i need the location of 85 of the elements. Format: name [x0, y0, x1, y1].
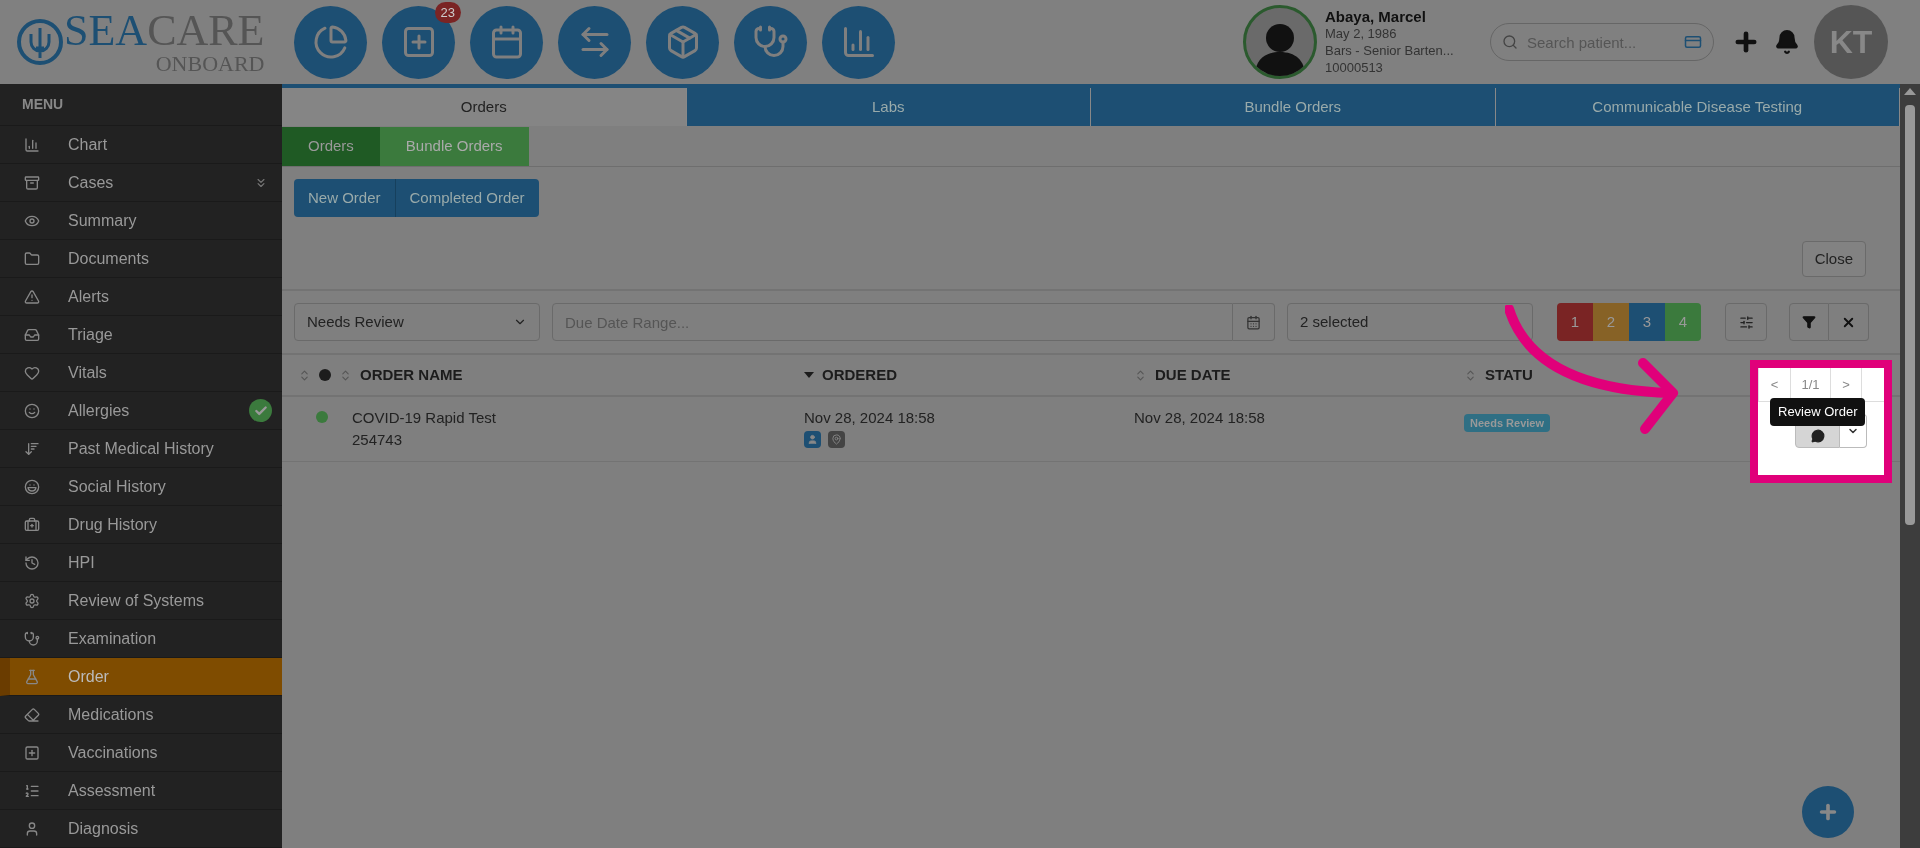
add-fab[interactable] — [1802, 786, 1854, 838]
sidebar-item[interactable]: Chart — [0, 126, 282, 164]
sub-tab[interactable]: Orders — [282, 127, 380, 166]
menu-item-icon — [24, 706, 40, 723]
location-icon — [828, 431, 845, 448]
menu-item-icon — [24, 782, 40, 799]
action-button[interactable]: Completed Order — [394, 179, 539, 217]
due-date: Nov 28, 2024 18:58 — [1134, 409, 1265, 426]
tab[interactable]: Communicable Disease Testing — [1495, 88, 1900, 126]
menu-item-icon — [24, 820, 40, 837]
sidebar-item[interactable]: Drug History — [0, 506, 282, 544]
user-icon — [804, 431, 821, 448]
plus-icon — [1817, 801, 1839, 823]
tooltip: Review Order — [1770, 398, 1866, 426]
priority-button[interactable]: 3 — [1629, 303, 1665, 341]
column-header[interactable]: DUE DATE — [1155, 363, 1231, 387]
clear-button[interactable] — [1829, 303, 1869, 341]
calendar-button[interactable] — [1233, 303, 1275, 341]
order-name: COVID-19 Rapid Test — [352, 408, 496, 428]
logo-text: CARE — [147, 9, 265, 53]
priority-button[interactable]: 1 — [1557, 303, 1593, 341]
notification-badge: 23 — [434, 1, 461, 23]
sidebar-item[interactable]: Allergies — [0, 392, 282, 430]
comment-icon — [1810, 429, 1825, 443]
sidebar-item[interactable]: Triage — [0, 316, 282, 354]
filter-button[interactable] — [1789, 303, 1829, 341]
menu-item-icon — [24, 592, 40, 609]
menu-item-icon — [24, 402, 40, 419]
tab[interactable]: Labs — [686, 88, 1091, 126]
menu-item-icon — [24, 478, 40, 495]
notification-bell-icon[interactable] — [1774, 29, 1800, 55]
menu-item-icon — [24, 174, 40, 191]
filter-icon — [1802, 315, 1816, 329]
card-icon — [1684, 33, 1702, 51]
sidebar-item[interactable]: Past Medical History — [0, 430, 282, 468]
column-header[interactable]: ORDERED — [822, 363, 897, 387]
menu-item-icon — [24, 364, 40, 381]
menu-item-icon — [24, 554, 40, 571]
close-button[interactable]: Close — [1801, 241, 1866, 277]
menu-item-icon — [24, 630, 40, 647]
patient-dob: May 2, 1986 — [1325, 25, 1398, 42]
patient-role: Bars - Senior Barten... — [1325, 42, 1455, 59]
patient-id: 10000513 — [1325, 59, 1384, 76]
menu-item-icon — [24, 744, 40, 761]
chart-pie-icon — [312, 24, 349, 60]
sidebar-item[interactable]: Documents — [0, 240, 282, 278]
menu-item-icon — [24, 516, 40, 533]
sidebar-item[interactable]: Medications — [0, 696, 282, 734]
sidebar-item[interactable]: Alerts — [0, 278, 282, 316]
logo-text: SEA — [64, 9, 148, 53]
sidebar-item[interactable]: Social History — [0, 468, 282, 506]
sliders-icon — [1738, 314, 1754, 330]
tab[interactable]: Orders — [282, 88, 687, 126]
sort-icon — [298, 368, 311, 382]
sidebar-item[interactable]: HPI — [0, 544, 282, 582]
sub-tab[interactable]: Bundle Orders — [379, 127, 529, 166]
settings-button[interactable] — [1725, 303, 1767, 341]
patient-name: Abaya, Marcel — [1325, 8, 1427, 25]
column-header[interactable]: STATU — [1485, 363, 1533, 387]
search-icon — [1502, 34, 1518, 50]
type-select[interactable]: 2 selected — [1287, 303, 1533, 341]
sidebar-item[interactable]: Diagnosis — [0, 810, 282, 848]
column-header[interactable]: ORDER NAME — [360, 363, 463, 387]
menu-item-icon — [24, 250, 40, 267]
status-select[interactable]: Needs Review — [294, 303, 540, 341]
status-badge: Needs Review — [1464, 414, 1550, 432]
menu-item-icon — [24, 440, 40, 457]
order-number: 254743 — [352, 430, 404, 450]
calendar-icon — [1246, 314, 1261, 330]
sidebar-item[interactable]: Cases — [0, 164, 282, 202]
sidebar-item[interactable]: Order — [0, 658, 282, 696]
ordered-date: Nov 28, 2024 18:58 — [804, 408, 936, 428]
sidebar-item[interactable]: Vitals — [0, 354, 282, 392]
sidebar-item[interactable]: Assessment — [0, 772, 282, 810]
tab[interactable]: Bundle Orders — [1091, 88, 1496, 126]
action-button[interactable]: New Order — [294, 179, 395, 217]
menu-item-icon — [24, 288, 40, 305]
menu-item-icon — [24, 326, 40, 343]
menu-item-icon — [24, 136, 40, 153]
sidebar-item[interactable]: Review of Systems — [0, 582, 282, 620]
stethoscope-icon — [752, 24, 789, 60]
sidebar-item[interactable]: Vaccinations — [0, 734, 282, 772]
sidebar-item[interactable]: Summary — [0, 202, 282, 240]
trident-logo-icon — [16, 18, 64, 66]
menu-item-icon — [24, 668, 40, 685]
